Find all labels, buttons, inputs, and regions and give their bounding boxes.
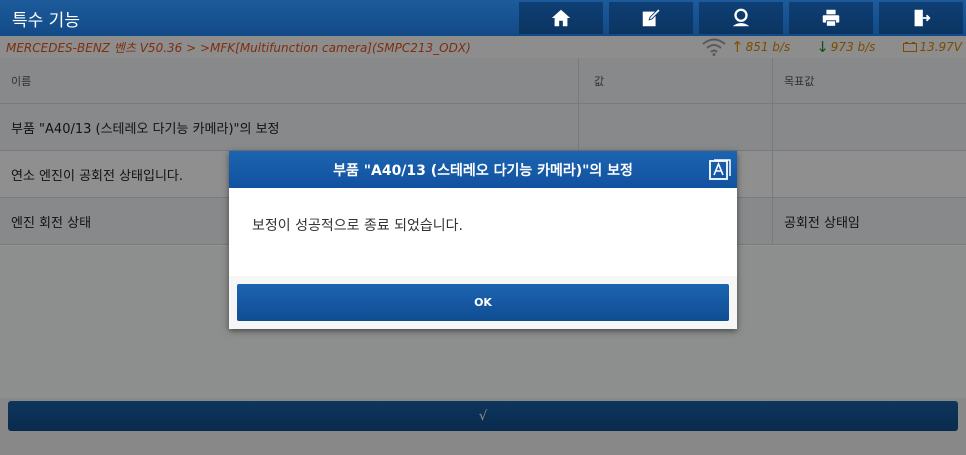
toolbar [516, 0, 966, 36]
user-icon [732, 8, 750, 27]
dialog-title: 부품 "A40/13 (스테레오 다기능 카메라)"의 보정 [333, 162, 633, 179]
print-icon [822, 9, 840, 27]
home-icon [551, 9, 571, 27]
app-window: 특수 기능 MERCEDES-BENZ 벤츠 V50.36 > >MFK[Mul… [0, 0, 966, 455]
document-icon [709, 159, 731, 180]
report-button[interactable] [609, 2, 693, 34]
home-button[interactable] [519, 2, 603, 34]
user-button[interactable] [699, 2, 783, 34]
edit-icon [642, 8, 661, 27]
print-button[interactable] [789, 2, 873, 34]
exit-icon [914, 9, 931, 27]
dialog-header: 부품 "A40/13 (스테레오 다기능 카메라)"의 보정 [229, 151, 737, 188]
dialog-message: 보정이 성공적으로 종료 되었습니다. [229, 188, 737, 276]
page-title: 특수 기능 [12, 10, 80, 31]
ok-button[interactable]: OK [237, 284, 729, 321]
exit-button[interactable] [879, 2, 963, 34]
calibration-dialog: 부품 "A40/13 (스테레오 다기능 카메라)"의 보정 보정이 성공적으로… [229, 151, 737, 329]
title-bar: 특수 기능 [0, 0, 966, 36]
